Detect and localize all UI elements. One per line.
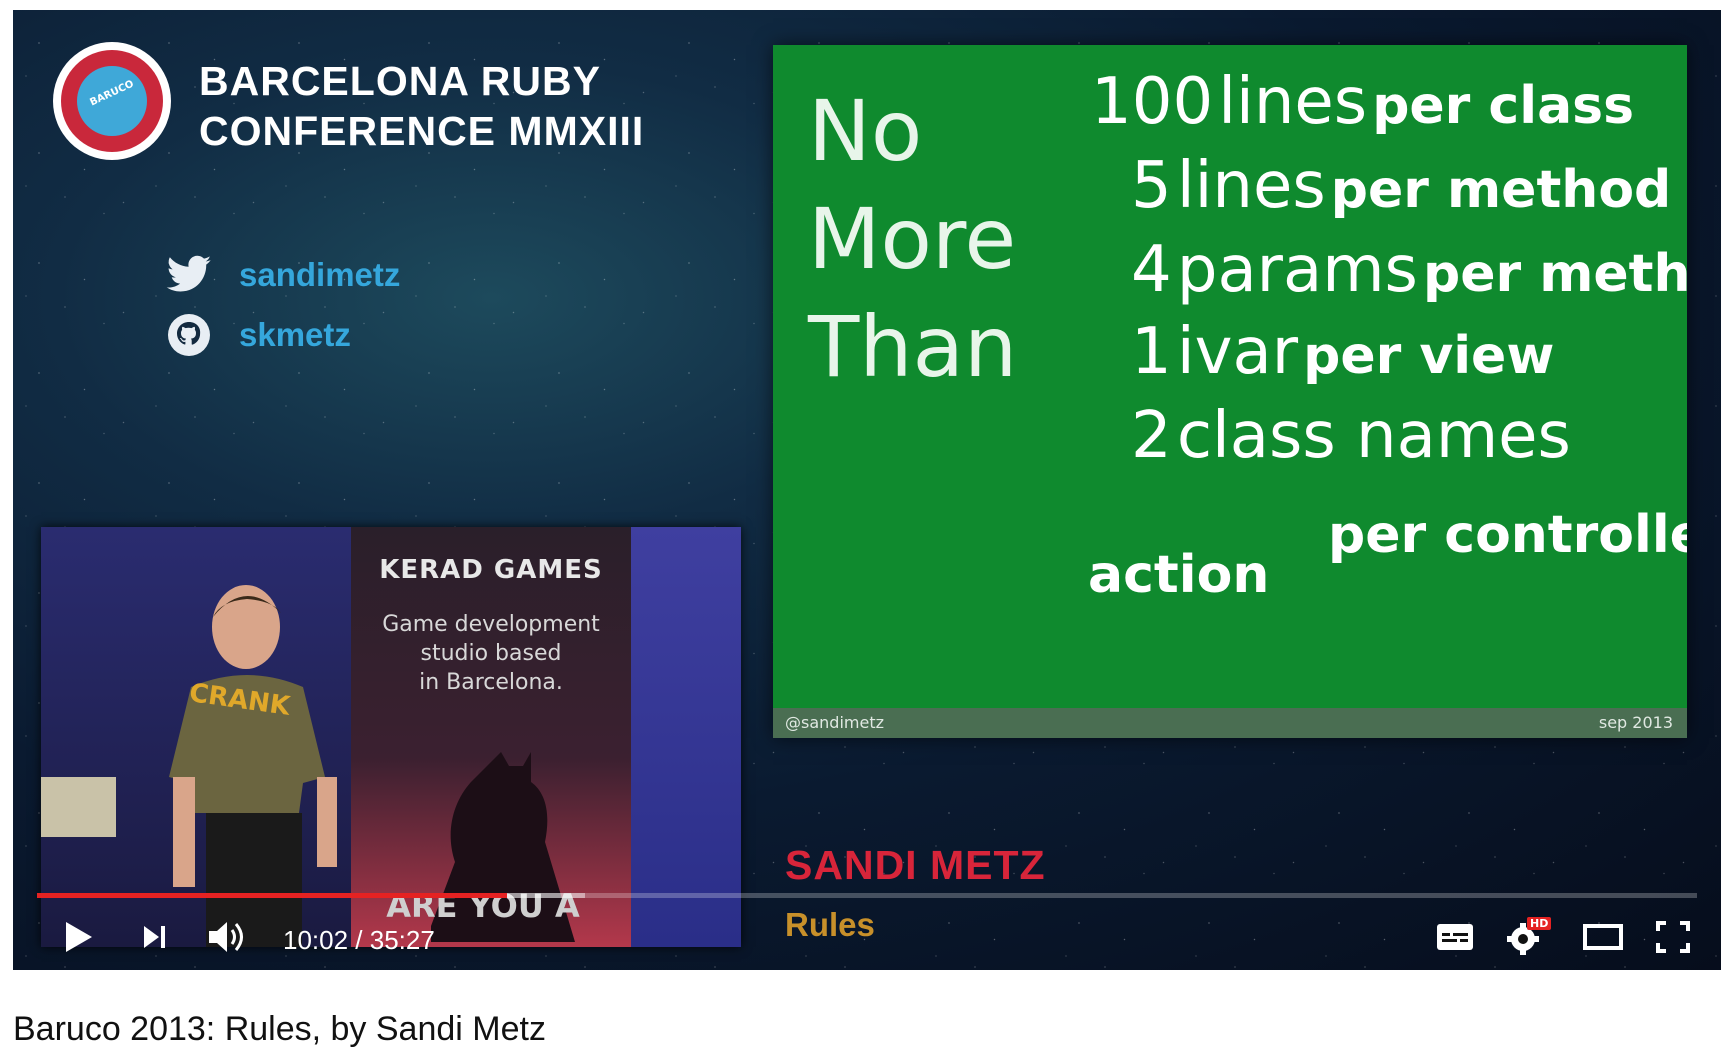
settings-button[interactable]: HD [1503,917,1552,957]
time-display: 10:02 / 35:27 [283,925,435,955]
speaker-figure [169,585,337,947]
twitter-handle: sandimetz [163,250,400,300]
rule-item: 100 lines per class [1091,65,1635,139]
rule-scope-controller: per controller [1328,505,1687,565]
hd-badge: HD [1527,917,1552,930]
presentation-slide: No More Than 100 lines per class 5 lines… [773,45,1687,738]
rule-item: 1 ivar per view [1131,315,1555,389]
progress-bar[interactable] [37,893,1697,898]
theater-icon [1583,924,1623,950]
video-title: Baruco 2013: Rules, by Sandi Metz [13,1010,546,1048]
slide-footer: @sandimetz sep 2013 [773,708,1687,738]
speaker-name: SANDI METZ [785,842,1046,888]
next-icon [144,926,165,948]
captions-button[interactable] [1433,917,1477,957]
next-button[interactable] [133,917,177,957]
theater-mode-button[interactable] [1579,917,1627,957]
play-icon [66,922,92,952]
played-bar [37,893,507,898]
video-player[interactable]: BARUCO BARCELONA RUBY CONFERENCE MMXIII … [13,10,1721,970]
twitter-icon [166,255,211,292]
conference-title: BARCELONA RUBY CONFERENCE MMXIII [199,58,645,154]
volume-icon [209,922,243,952]
kerad-games-banner: KERAD GAMES Game development studio base… [351,527,631,947]
fullscreen-icon [1656,921,1690,953]
play-button[interactable] [57,917,101,957]
laptop [41,777,116,837]
slide-heading: No More Than [808,82,1018,396]
player-controls: 10:02 / 35:27 HD [13,905,1721,970]
baruco-logo: BARUCO [53,42,171,160]
volume-button[interactable] [203,917,251,957]
speaker-camera-inset: KERAD GAMES Game development studio base… [41,527,741,947]
rule-action: action [1088,545,1270,605]
rule-item: 4 params per metho [1131,233,1687,307]
github-handle: skmetz [163,310,351,360]
github-icon [168,314,210,356]
rule-item: 2 class names [1131,399,1571,473]
rule-item: 5 lines per method [1131,149,1672,223]
captions-icon [1437,924,1473,950]
fullscreen-button[interactable] [1649,917,1697,957]
